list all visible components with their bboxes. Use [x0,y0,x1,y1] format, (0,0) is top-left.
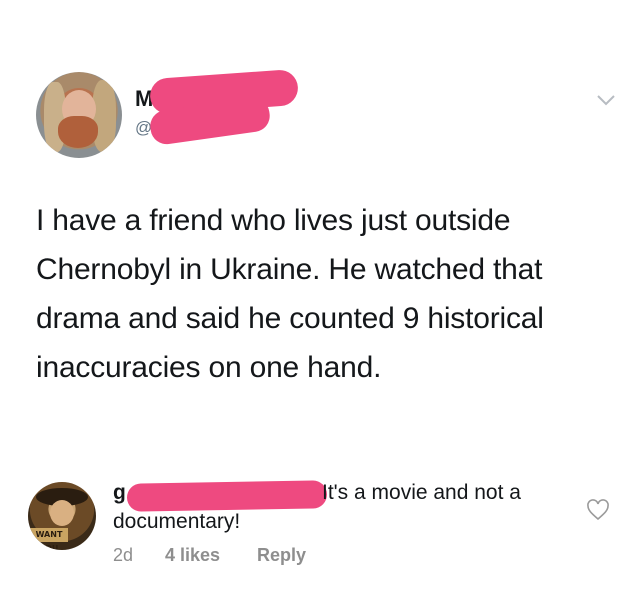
avatar-sign: WANT YOU [30,528,68,550]
reply-text-continued: documentary! [113,510,241,533]
reply-text: It's a movie and not a [322,481,521,504]
avatar-hair-right [92,80,116,152]
tweet-header: M @ [0,0,640,170]
redaction-mark [126,480,328,512]
avatar[interactable] [36,72,122,158]
likes-count[interactable]: 4 likes [165,545,220,566]
heart-icon[interactable] [586,499,610,521]
reply-time: 2d [113,545,134,565]
tweet-text: I have a friend who lives just outside C… [36,204,544,384]
reply-avatar[interactable]: WANT YOU [28,482,96,550]
reply-username[interactable]: g [113,481,126,505]
reply-button[interactable]: Reply [257,545,306,566]
chevron-down-icon[interactable] [596,92,616,108]
avatar-face [50,500,74,526]
avatar-beard [58,116,98,148]
